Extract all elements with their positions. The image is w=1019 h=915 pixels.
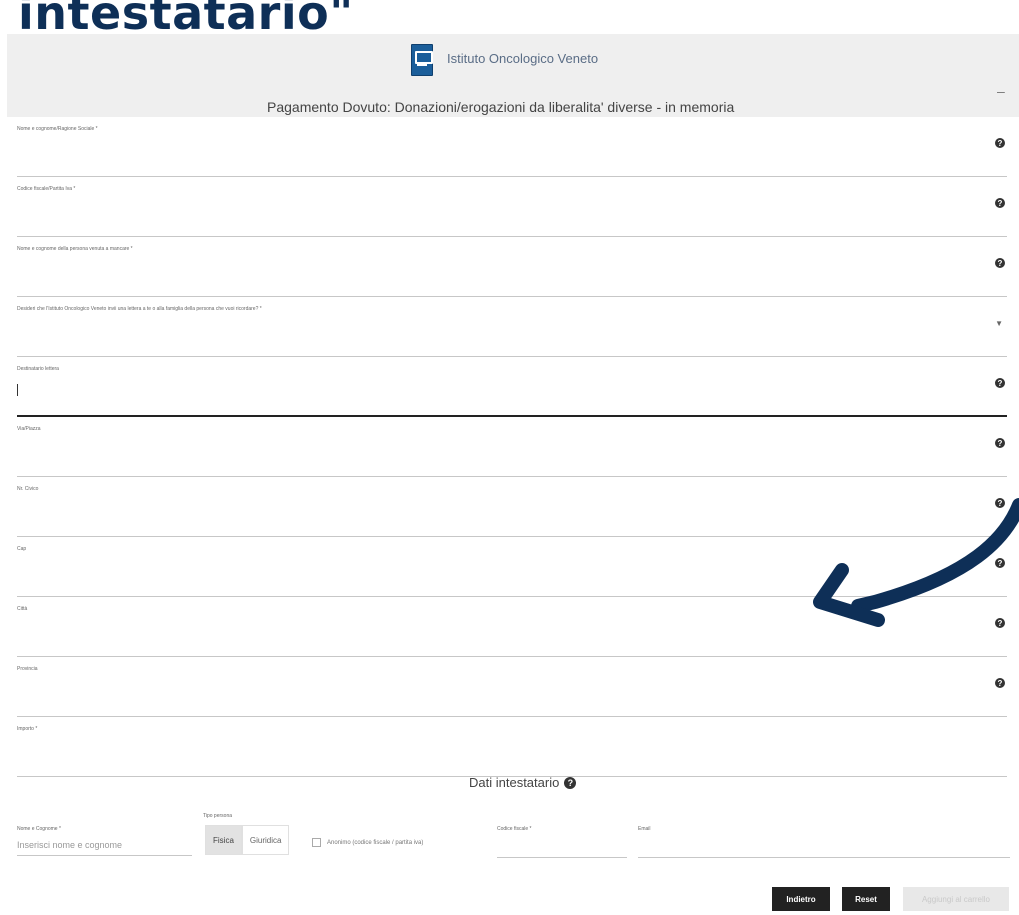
question-circle-icon[interactable]: ?: [995, 258, 1005, 268]
field-label: Città: [17, 606, 28, 612]
person-type-label: Tipo persona: [203, 813, 232, 819]
field-cap[interactable]: Cap ?: [17, 537, 1007, 597]
email-input[interactable]: [638, 857, 1010, 858]
question-circle-icon[interactable]: ?: [995, 438, 1005, 448]
field-nr-civico[interactable]: Nr. Civico ?: [17, 477, 1007, 537]
page-title: Pagamento Dovuto: Donazioni/erogazioni d…: [267, 99, 735, 115]
app-root: Istituto Oncologico Veneto Pagamento Dov…: [0, 0, 1019, 915]
field-label: Provincia: [17, 666, 38, 672]
field-via-piazza[interactable]: Via/Piazza ?: [17, 417, 1007, 477]
back-button[interactable]: Indietro: [772, 887, 830, 911]
question-circle-icon[interactable]: ?: [564, 776, 577, 789]
person-type-fisica[interactable]: Fisica: [205, 825, 242, 855]
collapse-button[interactable]: –: [997, 83, 1005, 99]
org-name: Istituto Oncologico Veneto: [447, 51, 599, 66]
field-label: Nome e cognome/Ragione Sociale *: [17, 126, 98, 132]
intestatario-title-text: Dati intestatario: [469, 775, 560, 790]
field-label: Nome e cognome della persona venuta a ma…: [17, 246, 133, 252]
question-circle-icon[interactable]: ?: [995, 498, 1005, 508]
field-label: Cap: [17, 546, 27, 552]
field-nome-cognome[interactable]: Nome e cognome/Ragione Sociale * ?: [17, 117, 1007, 177]
text-caret: [17, 384, 18, 396]
chevron-down-icon: ▼: [995, 319, 1003, 328]
field-label: Via/Piazza: [17, 426, 41, 432]
email-label: Email: [638, 826, 651, 832]
question-circle-icon[interactable]: ?: [995, 558, 1005, 568]
person-type-giuridica[interactable]: Giuridica: [241, 825, 290, 855]
question-circle-icon[interactable]: ?: [995, 198, 1005, 208]
field-citta[interactable]: Città ?: [17, 597, 1007, 657]
question-circle-icon[interactable]: ?: [995, 378, 1005, 388]
person-type-toggle: Fisica Giuridica: [205, 825, 290, 855]
field-lettera-select[interactable]: Desideri che l'Istituto Oncologico Venet…: [17, 297, 1007, 357]
checkbox-square[interactable]: [312, 838, 321, 847]
payment-form: Nome e cognome/Ragione Sociale * ? Codic…: [7, 117, 1019, 777]
field-label: Codice fiscale/Partita Iva *: [17, 186, 76, 192]
cf-label: Codice fiscale *: [497, 826, 532, 832]
intestatario-name-input[interactable]: [17, 828, 192, 856]
header: Istituto Oncologico Veneto Pagamento Dov…: [7, 34, 1019, 117]
intestatario-section-title: Dati intestatario ?: [469, 775, 577, 790]
reset-button[interactable]: Reset: [842, 887, 890, 911]
question-circle-icon[interactable]: ?: [995, 618, 1005, 628]
field-importo[interactable]: Importo *: [17, 717, 1007, 777]
field-provincia[interactable]: Provincia ?: [17, 657, 1007, 717]
no-cf-checkbox[interactable]: Anonimo (codice fiscale / partita iva): [312, 838, 423, 847]
question-circle-icon[interactable]: ?: [995, 138, 1005, 148]
cf-input[interactable]: [497, 857, 627, 858]
overlay-title: intestatario": [18, 0, 354, 40]
add-to-cart-button[interactable]: Aggiungi al carrello: [903, 887, 1009, 911]
institute-logo-icon: [411, 44, 433, 76]
question-circle-icon[interactable]: ?: [995, 678, 1005, 688]
field-label: Importo *: [17, 726, 38, 732]
field-destinatario-lettera[interactable]: Destinatario lettera ?: [17, 357, 1007, 417]
no-cf-label: Anonimo (codice fiscale / partita iva): [327, 839, 424, 846]
field-persona-mancata[interactable]: Nome e cognome della persona venuta a ma…: [17, 237, 1007, 297]
field-label: Destinatario lettera: [17, 366, 59, 372]
field-codice-fiscale[interactable]: Codice fiscale/Partita Iva * ?: [17, 177, 1007, 237]
field-label: Nr. Civico: [17, 486, 39, 492]
field-label: Desideri che l'Istituto Oncologico Venet…: [17, 306, 262, 312]
